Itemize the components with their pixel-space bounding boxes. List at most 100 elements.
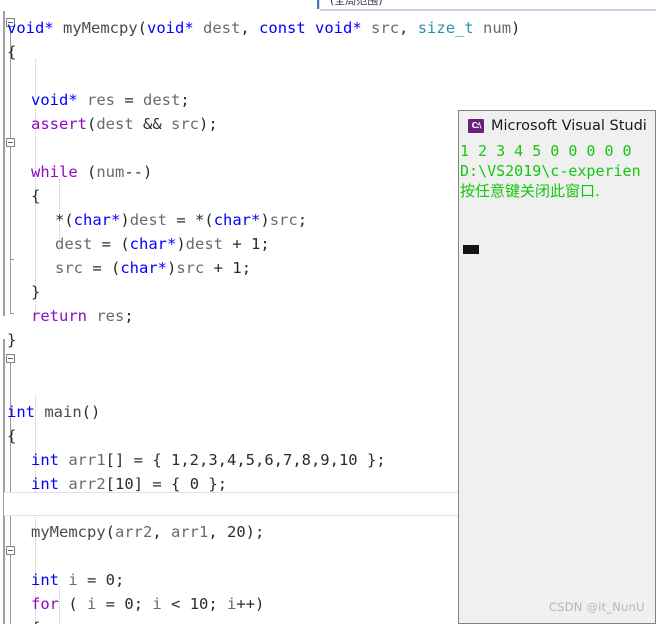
code-line[interactable]: int i = 0;	[31, 568, 124, 592]
console-icon-glyph: C:\	[471, 121, 482, 130]
code-token: 1,2,3,4,5,6,7,8,9,10	[171, 451, 358, 469]
code-token: char	[120, 259, 158, 277]
code-token: num	[473, 19, 512, 37]
code-token: =	[96, 595, 125, 613]
code-token: );	[245, 523, 265, 541]
code-line[interactable]: assert(dest && src);	[31, 112, 218, 136]
code-token: );	[199, 115, 218, 133]
code-line[interactable]: {	[7, 40, 16, 64]
code-line[interactable]: for ( i = 0; i < 10; i++)	[31, 592, 264, 616]
code-token: *	[251, 211, 261, 229]
scope-dropdown-label[interactable]: (全局范围)	[330, 0, 383, 8]
code-line[interactable]: dest = (char*)dest + 1;	[55, 232, 270, 256]
code-token: &&	[133, 115, 171, 133]
code-token: ;	[180, 91, 190, 109]
code-line[interactable]: {	[31, 184, 40, 208]
code-token: arr1	[171, 523, 209, 541]
code-token: void	[147, 19, 185, 37]
code-line[interactable]: while (num--)	[31, 160, 152, 184]
code-token: myMemcpy	[31, 523, 106, 541]
code-line[interactable]: }	[7, 328, 16, 352]
code-token: (	[77, 163, 97, 181]
code-token: *(	[195, 211, 214, 229]
code-line[interactable]: }	[31, 280, 40, 304]
code-line[interactable]: void* res = dest;	[31, 88, 190, 112]
code-token: const	[259, 19, 306, 37]
code-token: num	[96, 163, 125, 181]
console-output-area[interactable]: 1 2 3 4 5 0 0 0 0 0 D:\VS2019\c-experien 按…	[459, 141, 655, 623]
console-output-line: 按任意键关闭此窗口.	[460, 182, 600, 200]
code-token: ++)	[236, 595, 265, 613]
code-token: src	[361, 19, 400, 37]
code-line[interactable]: int arr2[10] = { 0 };	[31, 472, 227, 496]
code-line[interactable]: void* myMemcpy(void* dest, const void* s…	[7, 16, 520, 40]
console-app-icon: C:\	[468, 119, 484, 133]
csdn-watermark: CSDN @it_NunU	[549, 600, 645, 614]
code-token: dest	[55, 235, 93, 253]
code-token: *	[68, 91, 78, 109]
code-line[interactable]: int main()	[7, 400, 100, 424]
code-token: int	[7, 403, 35, 421]
code-token: )	[167, 259, 177, 277]
code-token: ,	[240, 19, 260, 37]
code-token: (	[87, 115, 97, 133]
code-token: *	[44, 19, 54, 37]
console-window[interactable]: C:\ Microsoft Visual Studi 1 2 3 4 5 0 0…	[458, 110, 656, 624]
code-token: char	[73, 211, 111, 229]
code-token: assert	[31, 115, 87, 133]
code-token: 0	[189, 475, 200, 493]
code-line[interactable]: src = (char*)src + 1;	[55, 256, 251, 280]
code-token: 1	[251, 235, 261, 253]
code-token: *	[111, 211, 121, 229]
code-token: 10	[189, 595, 209, 613]
code-token: dest	[193, 19, 241, 37]
code-token: (	[59, 595, 87, 613]
code-token: void	[7, 19, 45, 37]
code-line[interactable]: return res;	[31, 304, 134, 328]
code-token: ;	[133, 595, 153, 613]
code-token: ,	[152, 523, 171, 541]
code-token: *	[184, 19, 194, 37]
code-token: ;	[241, 259, 252, 277]
code-line[interactable]: {	[31, 616, 40, 624]
code-token: };	[357, 451, 386, 469]
code-token: while	[31, 163, 78, 181]
code-token: res	[87, 307, 125, 325]
code-token: 10	[115, 475, 134, 493]
console-title-bar[interactable]: C:\ Microsoft Visual Studi	[459, 111, 655, 141]
code-token: (	[105, 523, 115, 541]
code-token: src	[269, 211, 298, 229]
code-token: return	[31, 307, 87, 325]
code-token: [	[105, 475, 116, 493]
code-token: )	[120, 211, 130, 229]
code-token: char	[129, 235, 167, 253]
code-token: *(	[55, 211, 74, 229]
code-token: [] = {	[105, 451, 171, 469]
code-token: )	[260, 211, 270, 229]
code-token: i	[59, 571, 78, 589]
code-token: dest	[185, 235, 223, 253]
code-token: dest	[96, 115, 134, 133]
code-token: int	[31, 451, 59, 469]
code-token: void	[315, 19, 353, 37]
console-output-line: D:\VS2019\c-experien	[460, 162, 641, 180]
code-token: char	[213, 211, 252, 229]
code-token: {	[31, 619, 40, 624]
code-token: <	[161, 595, 190, 613]
code-token: i	[227, 595, 237, 613]
code-token: ;	[297, 211, 308, 229]
code-token: (	[137, 19, 148, 37]
code-token: {	[7, 427, 17, 445]
code-token: };	[199, 475, 228, 493]
code-token: =	[167, 211, 196, 229]
code-line[interactable]: *(char*)dest = *(char*)src;	[55, 208, 307, 232]
code-token: --)	[124, 163, 153, 181]
code-line[interactable]: int arr1[] = { 1,2,3,4,5,6,7,8,9,10 };	[31, 448, 386, 472]
code-token: res	[77, 91, 115, 109]
code-token: }	[31, 283, 41, 301]
code-line[interactable]: myMemcpy(arr2, arr1, 20);	[31, 520, 264, 544]
code-token: = (	[83, 259, 121, 277]
code-token: ] = {	[133, 475, 190, 493]
code-token: main	[35, 403, 82, 421]
code-line[interactable]: {	[7, 424, 16, 448]
